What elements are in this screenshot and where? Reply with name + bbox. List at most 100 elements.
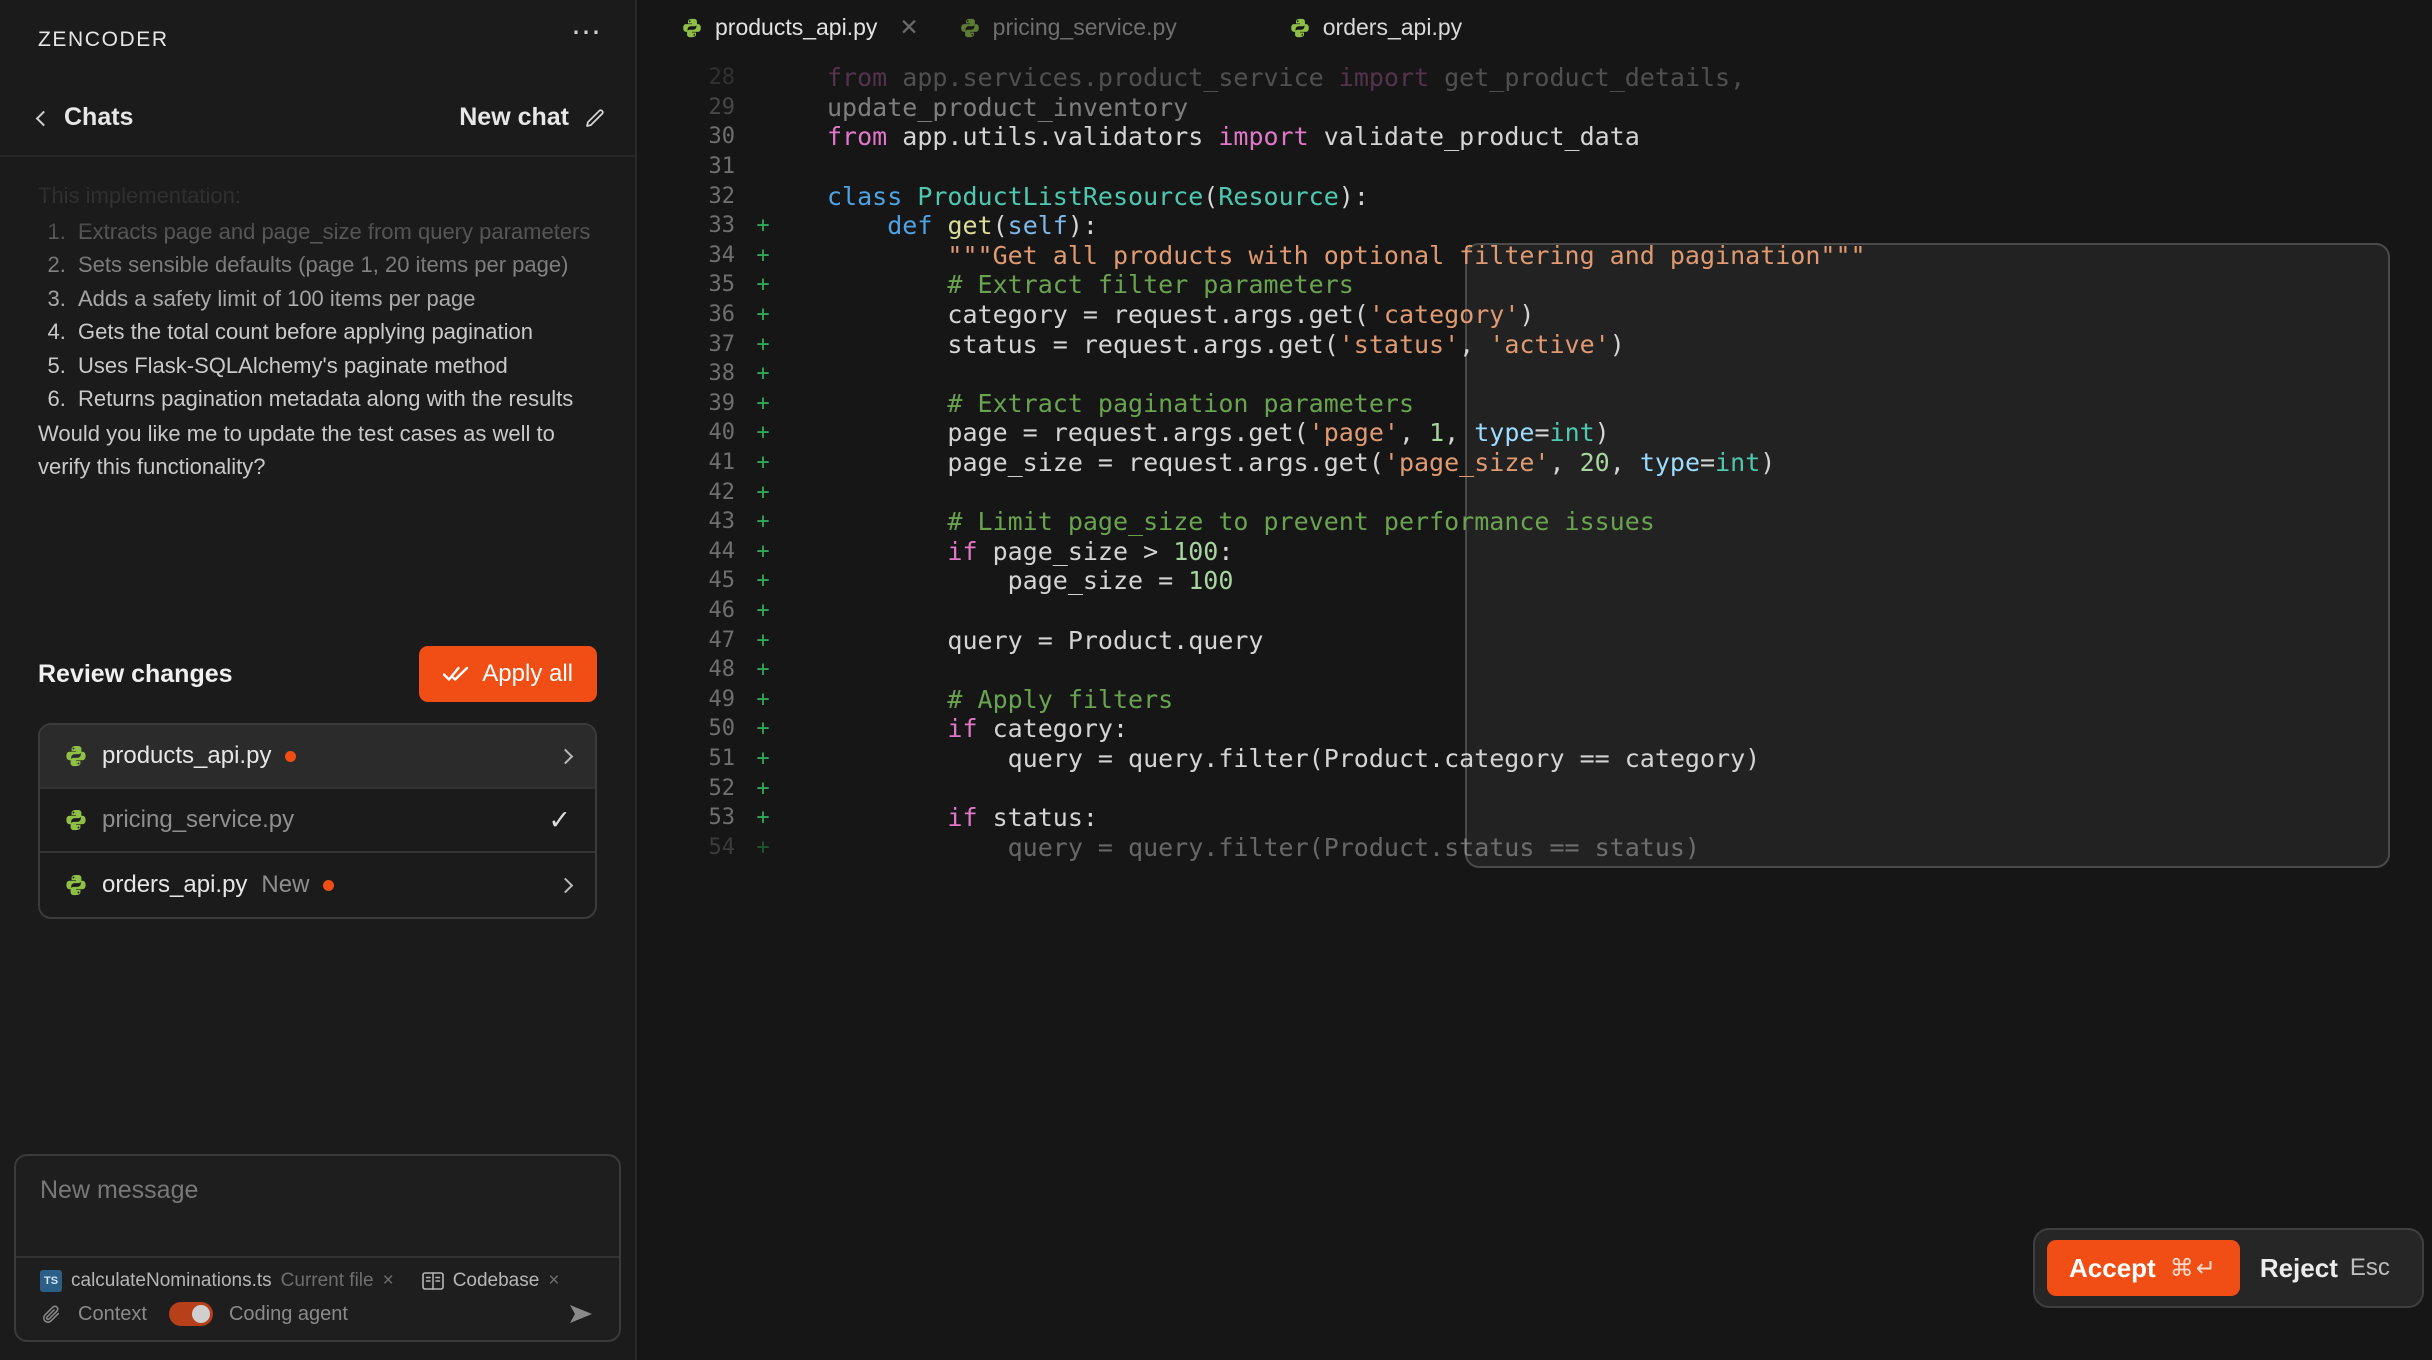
file-row-orders-api[interactable]: orders_api.py New	[40, 853, 595, 917]
code-token: ProductListResource	[917, 181, 1204, 211]
code-text: page = request.args.get('page', 1, type=…	[787, 418, 1609, 448]
code-token: query = query.filter(Product.status == s…	[827, 832, 1700, 862]
code-token: =	[1700, 448, 1716, 478]
line-number: 30	[708, 124, 736, 150]
code-line: 32 class ProductListResource(Resource):	[637, 181, 2432, 211]
code-token: 'page_size'	[1383, 448, 1550, 478]
list-item: Uses Flask-SQLAlchemy's paginate method	[72, 349, 597, 383]
diff-sign: +	[756, 479, 770, 505]
close-icon[interactable]: ×	[383, 1270, 394, 1292]
list-item: Adds a safety limit of 100 items per pag…	[72, 282, 597, 316]
file-name: orders_api.py	[102, 871, 248, 898]
code-token: type	[1474, 418, 1535, 448]
chevron-left-icon	[35, 110, 52, 126]
reject-button[interactable]: Reject Esc	[2240, 1253, 2410, 1284]
diff-sign: +	[756, 420, 770, 446]
coding-agent-toggle[interactable]	[168, 1302, 213, 1326]
conversation-outro: Would you like me to update the test cas…	[38, 420, 555, 480]
code-token: =	[1534, 418, 1550, 448]
new-chat-button[interactable]: New chat	[459, 103, 607, 132]
chevron-right-icon[interactable]	[557, 877, 574, 893]
file-row-pricing-service[interactable]: pricing_service.py ✓	[40, 789, 595, 853]
line-number: 38	[708, 361, 736, 387]
line-number: 47	[708, 627, 736, 653]
code-line: 29 update_product_inventory	[637, 93, 2432, 123]
diff-sign: +	[756, 450, 770, 476]
code-lines: 28 from app.services.product_service impo…	[637, 63, 2432, 862]
line-number: 53	[708, 805, 736, 831]
code-token: int	[1549, 418, 1595, 448]
diff-sign: +	[756, 331, 770, 357]
changed-files-list: products_api.py pricing_service.py ✓ ord…	[38, 723, 597, 919]
line-number: 28	[708, 65, 736, 91]
diff-sign: +	[756, 390, 770, 416]
code-token: 100	[1173, 536, 1219, 566]
reject-label: Reject	[2259, 1252, 2338, 1283]
accept-button[interactable]: Accept ⌘↵	[2047, 1240, 2240, 1296]
back-to-chats-button[interactable]: Chats	[35, 103, 133, 132]
close-icon[interactable]: ✕	[899, 14, 918, 41]
diff-sign: +	[756, 242, 770, 268]
code-text: if page_size > 100:	[787, 537, 1233, 566]
diff-sign: +	[756, 302, 770, 328]
context-label[interactable]: Context	[78, 1303, 147, 1326]
send-arrow-icon[interactable]	[567, 1302, 595, 1326]
code-token: status = request.args.get(	[827, 329, 1339, 359]
code-text: """Get all products with optional filter…	[787, 241, 1865, 270]
code-token: update_product_inventory	[827, 92, 1189, 122]
tab-label: products_api.py	[715, 14, 878, 40]
apply-all-label: Apply all	[482, 660, 573, 687]
code-token: 'active'	[1489, 329, 1610, 359]
line-number: 39	[708, 390, 736, 416]
line-number: 49	[708, 686, 736, 712]
apply-all-button[interactable]: Apply all	[419, 646, 597, 702]
code-token: # Extract pagination parameters	[947, 388, 1415, 418]
line-number: 36	[708, 302, 736, 328]
line-number: 32	[708, 183, 736, 209]
context-chip-codebase[interactable]: Codebase ×	[421, 1270, 559, 1292]
code-token: from	[827, 122, 903, 152]
context-chip-current-file[interactable]: TS calculateNominations.ts Current file …	[40, 1270, 394, 1292]
ts-file-icon: TS	[40, 1270, 62, 1292]
diff-sign: +	[756, 834, 770, 860]
file-name: products_api.py	[102, 742, 272, 769]
line-number: 46	[708, 597, 736, 623]
code-text: from app.services.product_service import…	[787, 63, 1745, 92]
new-message-input[interactable]: New message	[16, 1156, 619, 1258]
code-token: status:	[992, 803, 1098, 833]
code-token: from	[827, 63, 903, 93]
file-row-products-api[interactable]: products_api.py	[40, 725, 595, 789]
code-text: # Extract filter parameters	[787, 270, 1353, 299]
list-item: Returns pagination metadata along with t…	[72, 382, 597, 416]
close-icon[interactable]: ×	[548, 1270, 559, 1292]
ellipsis-icon[interactable]: ⋯	[571, 18, 603, 52]
code-token: category = request.args.get(	[827, 300, 1369, 330]
tab-pricing-service[interactable]: pricing_service.py	[939, 0, 1197, 55]
line-number: 41	[708, 450, 736, 476]
code-line: 41 + page_size = request.args.get('page_s…	[637, 448, 2432, 478]
diff-sign: +	[756, 775, 770, 801]
code-line: 52 +	[637, 773, 2432, 803]
code-text: # Apply filters	[787, 685, 1173, 714]
code-line: 38 +	[637, 359, 2432, 389]
line-number: 29	[708, 94, 736, 120]
code-line: 39 + # Extract pagination parameters	[637, 389, 2432, 419]
tab-orders-api[interactable]: orders_api.py	[1269, 0, 1482, 55]
chevron-right-icon[interactable]	[557, 748, 574, 764]
line-number: 50	[708, 716, 736, 742]
tab-products-api[interactable]: products_api.py ✕	[661, 0, 939, 55]
code-line: 28 from app.services.product_service impo…	[637, 63, 2432, 93]
code-line: 40 + page = request.args.get('page', 1, t…	[637, 418, 2432, 448]
code-token: )	[1760, 448, 1776, 478]
python-icon	[1290, 18, 1309, 37]
paperclip-icon[interactable]	[40, 1303, 62, 1325]
new-chat-label: New chat	[459, 103, 569, 131]
list-item: Extracts page and page_size from query p…	[72, 215, 597, 249]
code-line: 37 + status = request.args.get('status', …	[637, 329, 2432, 359]
code-token: if	[947, 536, 993, 566]
code-viewport[interactable]: 28 from app.services.product_service impo…	[637, 55, 2432, 869]
code-line: 54 + query = query.filter(Product.status …	[637, 832, 2432, 862]
code-text: class ProductListResource(Resource):	[787, 182, 1369, 211]
